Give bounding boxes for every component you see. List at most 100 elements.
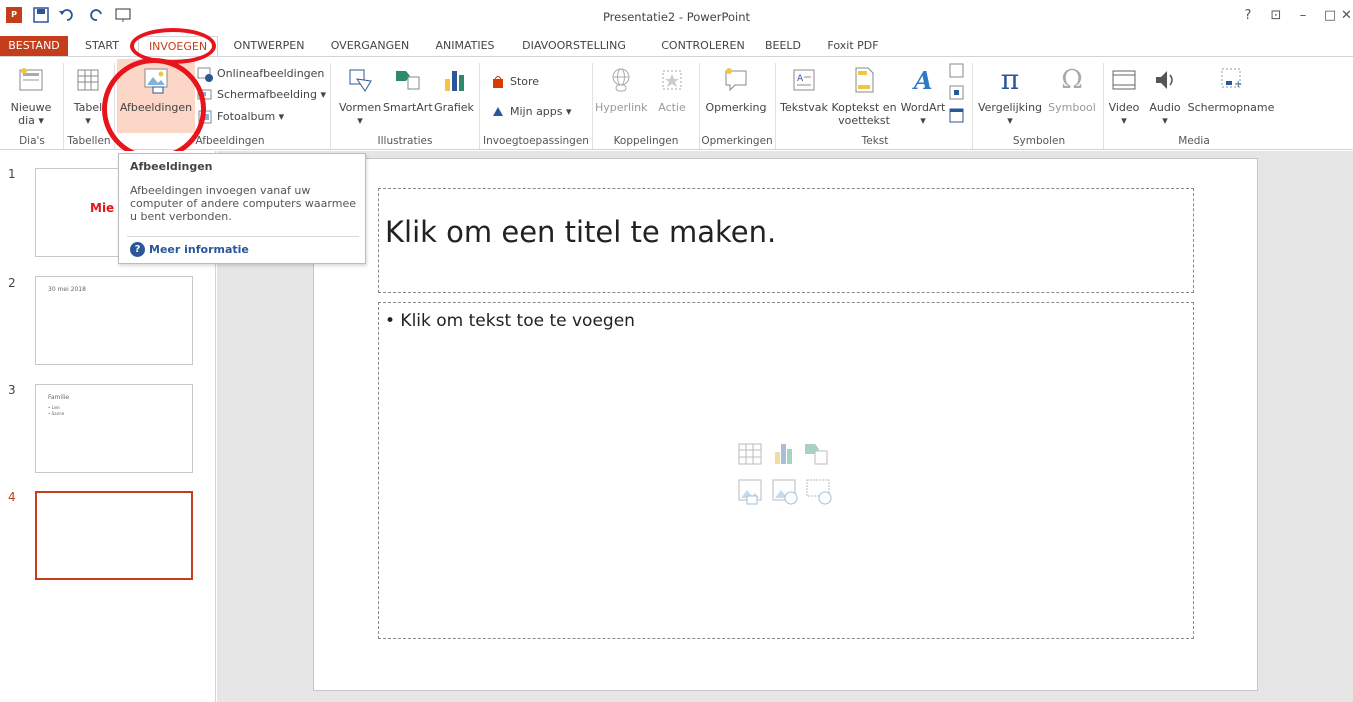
comment-button[interactable]: Opmerking (703, 65, 769, 114)
title-placeholder[interactable]: Klik om een titel te maken. (378, 188, 1194, 293)
symbol-label: Symbool (1048, 101, 1096, 114)
header-footer-icon (855, 67, 874, 93)
chart-label: Grafiek (434, 101, 474, 114)
slide-thumbnail-3[interactable]: Familie • Lien • Sanne (35, 384, 193, 473)
text-small-tools-icon[interactable] (948, 61, 966, 131)
audio-button[interactable]: Audio ▾ (1146, 65, 1184, 127)
insert-smartart-icon[interactable] (805, 444, 828, 465)
tooltip-more-info-link[interactable]: ? Meer informatie (130, 242, 249, 257)
screenshot-label: Schermafbeelding ▾ (217, 88, 327, 101)
textbox-button[interactable]: A Tekstvak (780, 65, 828, 114)
slide-canvas[interactable]: Klik om een titel te maken. • Klik om te… (313, 158, 1258, 691)
group-label-tables: Tabellen (67, 135, 111, 147)
wordart-icon: A (912, 66, 933, 95)
title-bar: P Presentatie2 - PowerPoint ? ⊡ – □ ✕ (0, 0, 1353, 36)
tab-animations[interactable]: ANIMATIES (424, 36, 506, 56)
new-slide-button[interactable]: Nieuwe dia ▾ (4, 65, 58, 127)
group-label-slides: Dia's (19, 135, 45, 147)
smartart-label: SmartArt (383, 101, 433, 114)
video-icon (1112, 70, 1136, 90)
chart-icon (445, 71, 464, 91)
chart-button[interactable]: Grafiek (432, 65, 476, 114)
wordart-dropdown: ▾ (920, 114, 926, 127)
store-icon (493, 76, 503, 88)
group-separator (479, 63, 480, 149)
help-icon: ? (130, 242, 145, 257)
hyperlink-button[interactable]: Hyperlink (595, 65, 648, 114)
insert-table-icon[interactable] (738, 443, 762, 465)
window-title: Presentatie2 - PowerPoint (602, 10, 751, 24)
store-label: Store (510, 75, 540, 88)
tab-review[interactable]: CONTROLEREN (648, 36, 758, 56)
tab-slideshow[interactable]: DIAVOORSTELLING (508, 36, 640, 56)
tab-foxit-pdf[interactable]: Foxit PDF (820, 36, 886, 56)
shapes-icon (349, 69, 372, 92)
slide-number-1: 1 (8, 167, 16, 181)
pi-icon: π (1000, 63, 1020, 96)
help-button[interactable]: ? (1236, 8, 1260, 28)
group-separator (775, 63, 776, 149)
audio-label: Audio (1149, 101, 1181, 114)
group-label-illustrations: Illustraties (377, 135, 433, 147)
slide-number-4: 4 (8, 490, 16, 504)
content-placeholder[interactable]: • Klik om tekst toe te voegen (378, 302, 1194, 639)
shapes-button[interactable]: Vormen ▾ (339, 65, 381, 127)
slide-thumbnail-4[interactable] (35, 491, 193, 580)
online-pictures-label: Onlineafbeeldingen (217, 67, 325, 80)
tab-file[interactable]: BESTAND (0, 36, 68, 56)
header-footer-label-2: voettekst (838, 114, 890, 127)
new-slide-icon (19, 68, 43, 91)
store-button[interactable]: Store (490, 73, 539, 91)
my-apps-button[interactable]: Mijn apps ▾ (490, 103, 572, 121)
audio-icon (1156, 71, 1173, 89)
header-footer-button[interactable]: Koptekst en voettekst (829, 65, 899, 127)
thumbnail-2-date: 30 mei 2018 (48, 286, 86, 293)
title-placeholder-text: Klik om een titel te maken. (385, 215, 777, 249)
maximize-button[interactable]: □ (1318, 8, 1342, 28)
screen-recording-label: Schermopname (1187, 101, 1275, 114)
insert-chart-icon[interactable] (775, 444, 792, 464)
screenshot-button[interactable]: Schermafbeelding ▾ (197, 86, 326, 104)
content-insert-icons (738, 443, 832, 505)
group-label-links: Koppelingen (613, 135, 679, 147)
wordart-label: WordArt (900, 101, 946, 114)
table-dropdown: ▾ (85, 114, 91, 127)
action-icon (662, 70, 682, 90)
symbol-button[interactable]: Ω Symbool (1044, 65, 1100, 114)
tooltip-divider (127, 236, 359, 237)
tab-transitions[interactable]: OVERGANGEN (322, 36, 418, 56)
wordart-button[interactable]: A WordArt ▾ (900, 65, 946, 127)
insert-online-pictures-icon[interactable] (772, 479, 798, 505)
group-separator (972, 63, 973, 149)
textbox-label: Tekstvak (780, 101, 828, 114)
tab-start[interactable]: START (74, 36, 130, 56)
video-button[interactable]: Video ▾ (1106, 65, 1142, 127)
slide-number-3: 3 (8, 383, 16, 397)
comment-icon (725, 68, 747, 92)
insert-pictures-icon[interactable] (738, 479, 762, 505)
online-pictures-button[interactable]: Onlineafbeeldingen (197, 65, 324, 83)
svg-text:+: + (1234, 79, 1242, 90)
thumbnail-3-title: Familie (48, 394, 70, 401)
slide-thumbnail-2[interactable]: 30 mei 2018 (35, 276, 193, 365)
thumbnail-3-bullet-1: • Lien (48, 405, 60, 410)
tab-design[interactable]: ONTWERPEN (224, 36, 314, 56)
video-dropdown: ▾ (1121, 114, 1127, 127)
new-slide-label: Nieuwe (10, 101, 52, 114)
ribbon-display-options-button[interactable]: ⊡ (1264, 8, 1288, 28)
photo-album-button[interactable]: Fotoalbum ▾ (197, 108, 284, 126)
insert-video-icon[interactable] (806, 479, 832, 505)
tab-view[interactable]: BEELD (760, 36, 806, 56)
shapes-dropdown: ▾ (357, 114, 363, 127)
group-label-symbols: Symbolen (1012, 135, 1066, 147)
screen-recording-icon: + (1221, 68, 1242, 90)
equation-button[interactable]: π Vergelijking ▾ (976, 63, 1044, 128)
action-button[interactable]: Actie (652, 65, 692, 114)
smartart-button[interactable]: SmartArt (383, 65, 433, 114)
close-button[interactable]: ✕ (1340, 8, 1353, 28)
minimize-button[interactable]: – (1291, 8, 1315, 28)
hyperlink-label: Hyperlink (595, 101, 648, 114)
pictures-tooltip: Afbeeldingen Afbeeldingen invoegen vanaf… (118, 153, 366, 264)
omega-icon: Ω (1061, 65, 1083, 95)
screen-recording-button[interactable]: + Schermopname (1186, 65, 1276, 114)
